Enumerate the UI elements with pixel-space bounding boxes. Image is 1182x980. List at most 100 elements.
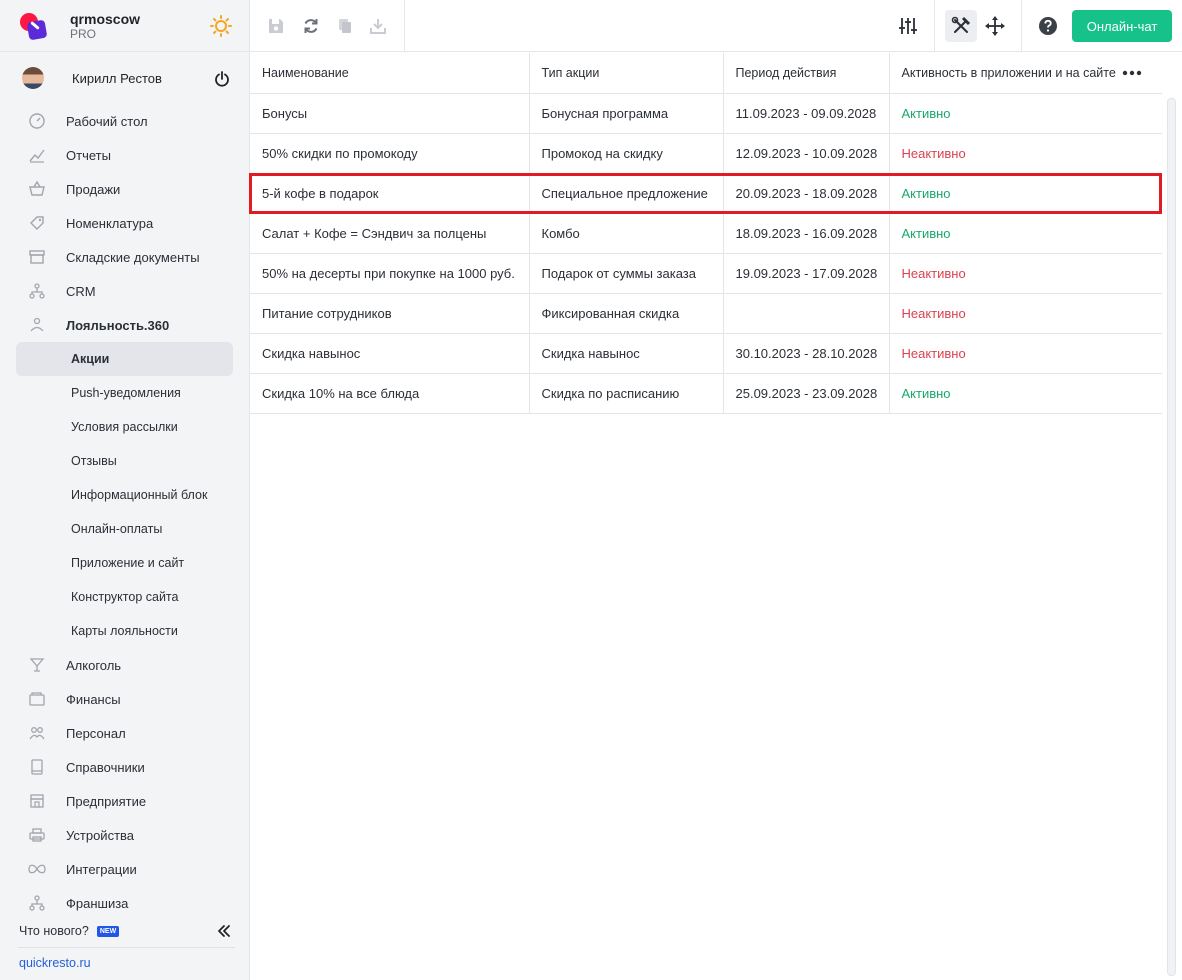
toolbar-divider xyxy=(1021,0,1022,52)
online-chat-button[interactable]: Онлайн-чат xyxy=(1072,10,1172,42)
sidebar: qrmoscow PRO Кирилл Рестов Рабочий стол xyxy=(0,0,250,980)
nav-item-staff[interactable]: Персонал xyxy=(0,716,249,750)
book-icon xyxy=(27,757,47,777)
cell-type: Комбо xyxy=(529,213,724,254)
tools-icon[interactable] xyxy=(949,14,973,38)
cell-period xyxy=(723,293,890,334)
sub-item-info-block[interactable]: Информационный блок xyxy=(0,478,249,512)
nav-item-sales[interactable]: Продажи xyxy=(0,172,249,206)
avatar[interactable] xyxy=(22,67,44,89)
cell-period: 12.09.2023 - 10.09.2028 xyxy=(723,133,890,174)
column-header-name[interactable]: Наименование xyxy=(250,53,530,94)
cell-status: Неактивно xyxy=(889,133,1162,174)
cell-name: Бонусы xyxy=(250,93,530,134)
nav-item-nomenclature[interactable]: Номенклатура xyxy=(0,206,249,240)
whats-new-label: Что нового? xyxy=(19,924,89,938)
sub-item-mailing[interactable]: Условия рассылки xyxy=(0,410,249,444)
nav-menu: Рабочий стол Отчеты Продажи Номенклатура… xyxy=(0,104,249,920)
cell-status: Активно xyxy=(889,213,1162,254)
nav-label: Предприятие xyxy=(66,793,147,809)
nav-item-references[interactable]: Справочники xyxy=(0,750,249,784)
power-icon[interactable] xyxy=(214,71,230,87)
nav-label: Устройства xyxy=(66,827,135,843)
cell-type: Скидка навынос xyxy=(529,333,724,374)
cell-status: Активно xyxy=(889,173,1162,214)
nav-item-alcohol[interactable]: Алкоголь xyxy=(0,648,249,682)
people-icon xyxy=(27,723,47,743)
vertical-scrollbar[interactable] xyxy=(1167,98,1176,976)
nav-item-integrations[interactable]: Интеграции xyxy=(0,852,249,886)
sub-item-reviews[interactable]: Отзывы xyxy=(0,444,249,478)
nav-item-finance[interactable]: Финансы xyxy=(0,682,249,716)
wallet-icon xyxy=(27,689,47,709)
infinity-icon xyxy=(27,859,47,879)
tag-icon xyxy=(27,213,47,233)
sub-item-site-builder[interactable]: Конструктор сайта xyxy=(0,580,249,614)
cell-status: Активно xyxy=(889,93,1162,134)
more-options-icon[interactable] xyxy=(1122,67,1142,79)
copy-icon[interactable] xyxy=(333,14,357,38)
cell-status: Активно xyxy=(889,373,1162,414)
nav-item-devices[interactable]: Устройства xyxy=(0,818,249,852)
cell-period: 19.09.2023 - 17.09.2028 xyxy=(723,253,890,294)
download-icon[interactable] xyxy=(366,14,390,38)
archive-icon xyxy=(27,247,47,267)
cell-type: Скидка по расписанию xyxy=(529,373,724,414)
cell-status: Неактивно xyxy=(889,333,1162,374)
sub-item-online-payments[interactable]: Онлайн-оплаты xyxy=(0,512,249,546)
nav-label: Финансы xyxy=(66,691,121,707)
user-panel: Кирилл Рестов xyxy=(0,52,249,104)
cell-period: 20.09.2023 - 18.09.2028 xyxy=(723,173,890,214)
table-row[interactable]: 50% на десерты при покупке на 1000 руб. П… xyxy=(250,253,1162,294)
help-icon[interactable] xyxy=(1036,14,1060,38)
nav-item-reports[interactable]: Отчеты xyxy=(0,138,249,172)
nav-item-warehouse[interactable]: Складские документы xyxy=(0,240,249,274)
toolbar-divider xyxy=(404,0,405,52)
move-icon[interactable] xyxy=(983,14,1007,38)
table-row[interactable]: Питание сотрудников Фиксированная скидка Н… xyxy=(250,293,1162,334)
nav-label: Складские документы xyxy=(66,249,200,265)
column-header-type[interactable]: Тип акции xyxy=(529,53,724,94)
sidebar-footer: Что нового? NEW quickresto.ru xyxy=(0,915,249,970)
column-header-activity[interactable]: Активность в приложении и на сайте xyxy=(889,53,1162,94)
table-row[interactable]: Бонусы Бонусная программа 11.09.2023 - 09.… xyxy=(250,93,1162,134)
theme-toggle-icon[interactable] xyxy=(210,15,232,37)
table-row[interactable]: 50% скидки по промокоду Промокод на скидк… xyxy=(250,133,1162,174)
refresh-icon[interactable] xyxy=(299,14,323,38)
nav-label: Алкоголь xyxy=(66,657,122,673)
whats-new-link[interactable]: Что нового? NEW xyxy=(0,915,249,947)
table-row[interactable]: Салат + Кофе = Сэндвич за полцены Комбо 18… xyxy=(250,213,1162,254)
nav-item-crm[interactable]: CRM xyxy=(0,274,249,308)
sub-item-loyalty-cards[interactable]: Карты лояльности xyxy=(0,614,249,648)
table-row[interactable]: 5-й кофе в подарок Специальное предложени… xyxy=(250,173,1162,214)
nav-item-loyalty[interactable]: Лояльность.360 xyxy=(0,308,249,342)
nav-label: Лояльность.360 xyxy=(66,317,170,333)
nav-item-dashboard[interactable]: Рабочий стол xyxy=(0,104,249,138)
store-icon xyxy=(27,791,47,811)
site-link[interactable]: quickresto.ru xyxy=(0,948,249,970)
filter-sliders-icon[interactable] xyxy=(896,14,920,38)
nav-item-enterprise[interactable]: Предприятие xyxy=(0,784,249,818)
collapse-sidebar-icon[interactable] xyxy=(216,923,232,939)
nav-label: Рабочий стол xyxy=(66,113,148,129)
cell-name: Скидка навынос xyxy=(250,333,530,374)
printer-icon xyxy=(27,825,47,845)
logo xyxy=(18,11,48,41)
table-row[interactable]: Скидка 10% на все блюда Скидка по расписа… xyxy=(250,373,1162,414)
cell-status: Неактивно xyxy=(889,253,1162,294)
user-name: Кирилл Рестов xyxy=(72,70,162,86)
cell-period: 30.10.2023 - 28.10.2028 xyxy=(723,333,890,374)
cell-type: Специальное предложение xyxy=(529,173,724,214)
nav-label: CRM xyxy=(66,283,96,299)
sub-item-app-site[interactable]: Приложение и сайт xyxy=(0,546,249,580)
save-icon[interactable] xyxy=(264,14,288,38)
toolbar-divider xyxy=(934,0,935,52)
sub-item-push[interactable]: Push-уведомления xyxy=(0,376,249,410)
cell-period: 25.09.2023 - 23.09.2028 xyxy=(723,373,890,414)
table-row[interactable]: Скидка навынос Скидка навынос 30.10.2023 -… xyxy=(250,333,1162,374)
hierarchy-icon xyxy=(27,281,47,301)
table-header-row: Наименование Тип акции Период действия А… xyxy=(250,53,1162,94)
sub-item-promotions[interactable]: Акции xyxy=(16,342,233,376)
company-name: qrmoscow xyxy=(70,10,141,27)
column-header-period[interactable]: Период действия xyxy=(723,53,890,94)
